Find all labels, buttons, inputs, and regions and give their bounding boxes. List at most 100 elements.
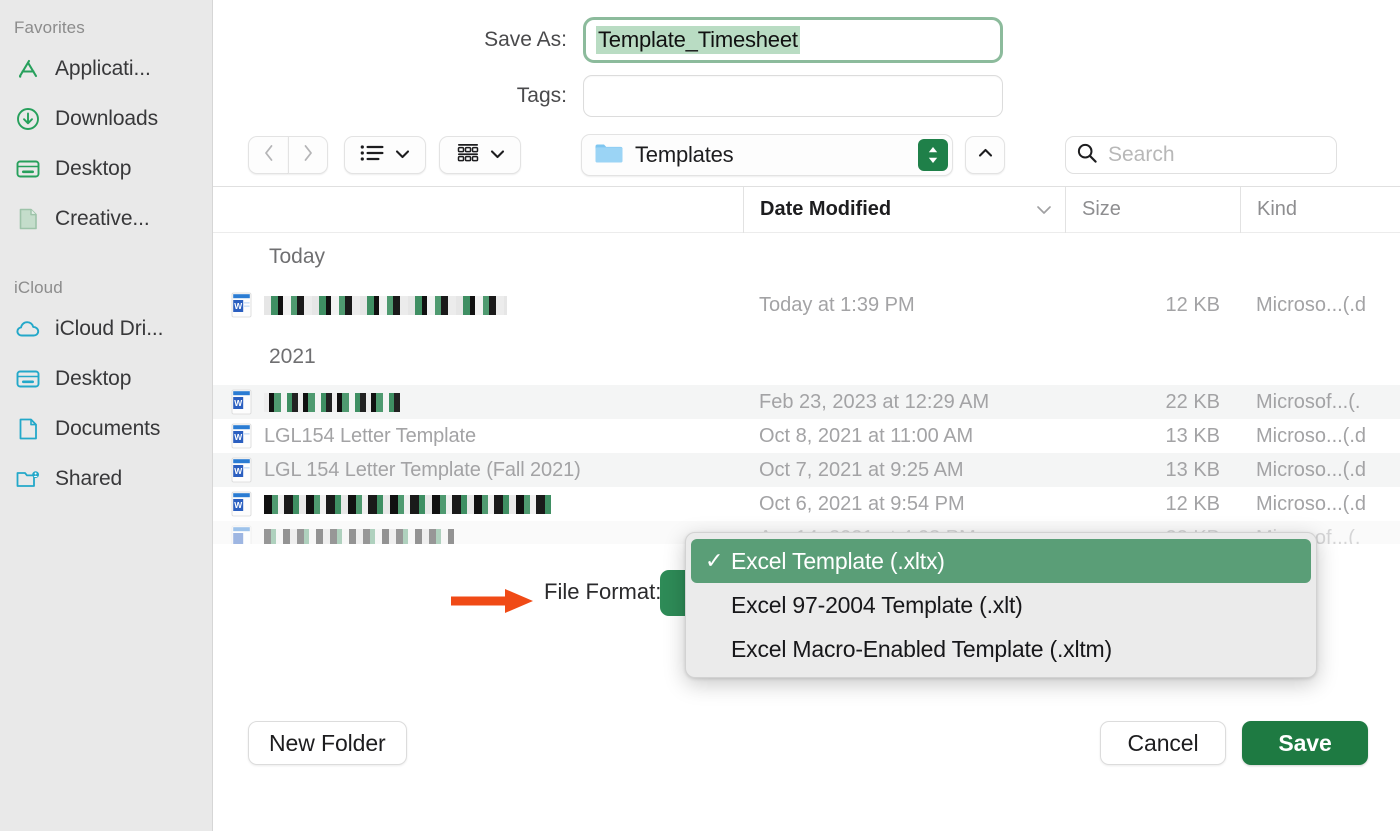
table-row[interactable]: W LGL 154 Letter Template (Fall 2021) Oc… — [213, 453, 1400, 487]
file-date-cell: Oct 6, 2021 at 9:54 PM — [759, 492, 965, 515]
desktop-icon — [14, 365, 42, 393]
file-name-cell — [213, 524, 743, 544]
name-fields: Save As: Template_Timesheet Tags: — [213, 0, 1400, 124]
document-icon — [14, 205, 42, 233]
sidebar-group-icloud: iCloud iCloud Dri... Desktop Documents S… — [0, 278, 212, 504]
sidebar-group-title: Favorites — [14, 18, 85, 37]
svg-text:W: W — [234, 466, 242, 476]
sidebar-item-icloud-drive[interactable]: iCloud Dri... — [0, 304, 212, 354]
file-kind-cell: Microso...(.d — [1256, 424, 1367, 447]
sidebar-item-creative[interactable]: Creative... — [0, 194, 212, 244]
group-by-button[interactable] — [439, 136, 521, 174]
save-as-input[interactable]: Template_Timesheet — [583, 17, 1003, 63]
sidebar-item-desktop[interactable]: Desktop — [0, 144, 212, 194]
sidebar-item-icloud-desktop[interactable]: Desktop — [0, 354, 212, 404]
svg-text:W: W — [234, 500, 242, 510]
chevron-up-icon — [977, 146, 994, 164]
file-size-cell: 12 KB — [1165, 492, 1220, 515]
sidebar-group-title: iCloud — [14, 278, 63, 297]
chevron-down-icon — [490, 146, 505, 164]
save-as-label: Save As: — [484, 28, 567, 51]
word-document-icon: W — [229, 291, 255, 319]
forward-button[interactable] — [288, 136, 328, 174]
column-header-size[interactable]: Size — [1065, 187, 1240, 233]
table-row[interactable]: W LGL154 Letter Template Oct 8, 2021 at … — [213, 419, 1400, 453]
sidebar-group-favorites: Favorites Applicati... Downloads Desktop… — [0, 18, 212, 244]
sidebar-item-label: Applicati... — [55, 57, 151, 80]
document-icon — [14, 415, 42, 443]
save-button[interactable]: Save — [1242, 721, 1368, 765]
word-document-icon: W — [229, 456, 255, 484]
view-options-button[interactable] — [344, 136, 426, 174]
tags-row: Tags: — [213, 68, 1400, 124]
chevron-down-icon — [1035, 198, 1053, 221]
check-icon: ✓ — [705, 548, 724, 573]
word-document-icon: W — [229, 490, 255, 518]
sidebar-item-downloads[interactable]: Downloads — [0, 94, 212, 144]
menu-item-excel-template-xltx[interactable]: ✓ Excel Template (.xltx) — [691, 539, 1311, 583]
search-input[interactable]: Search — [1065, 136, 1337, 174]
word-document-icon: W — [229, 388, 255, 416]
svg-text:W: W — [234, 398, 242, 408]
file-name-cell: W LGL 154 Letter Template (Fall 2021) — [213, 456, 743, 484]
redacted-filename — [264, 295, 507, 315]
file-date-cell: Feb 23, 2023 at 12:29 AM — [759, 390, 990, 413]
tags-input[interactable] — [583, 75, 1003, 117]
file-size-cell: 22 KB — [1165, 390, 1220, 413]
downloads-icon — [14, 105, 42, 133]
file-name-cell: W — [213, 291, 743, 319]
sidebar-item-label: Downloads — [55, 107, 158, 130]
menu-item-label: Excel Template (.xltx) — [731, 547, 945, 574]
path-popup-button[interactable]: Templates — [581, 134, 953, 176]
sidebar-item-label: Shared — [55, 467, 123, 490]
dialog-main-pane: Save As: Template_Timesheet Tags: Templa… — [213, 0, 1400, 831]
sidebar-item-documents[interactable]: Documents — [0, 404, 212, 454]
browser-toolbar: Templates Search — [213, 124, 1400, 186]
file-name: LGL154 Letter Template — [264, 424, 477, 447]
redacted-filename — [264, 494, 551, 514]
dialog-footer: New Folder Cancel Save — [213, 697, 1400, 789]
file-date-cell: Today at 1:39 PM — [759, 293, 915, 316]
word-document-icon: W — [229, 422, 255, 450]
menu-item-label: Excel 97-2004 Template (.xlt) — [731, 591, 1023, 618]
reveal-button[interactable] — [965, 136, 1005, 174]
column-header-name[interactable] — [213, 187, 743, 233]
svg-text:W: W — [234, 432, 242, 442]
sidebar-item-label: Documents — [55, 417, 161, 440]
sidebar-item-shared[interactable]: Shared — [0, 454, 212, 504]
sidebar-item-label: Desktop — [55, 157, 132, 180]
column-header-kind[interactable]: Kind — [1240, 187, 1400, 233]
grid-view-icon — [455, 142, 481, 169]
sidebar-item-applications[interactable]: Applicati... — [0, 44, 212, 94]
file-kind-cell: Microso...(.d — [1256, 458, 1367, 481]
menu-item-excel-97-2004-template-xlt[interactable]: Excel 97-2004 Template (.xlt) — [691, 583, 1311, 627]
file-group-header: Today — [213, 233, 1400, 281]
table-row[interactable]: W Oct 6, 2021 at 9:54 PM 12 KB Microso..… — [213, 487, 1400, 521]
column-header-date-modified[interactable]: Date Modified — [743, 187, 1065, 233]
menu-item-excel-macro-enabled-template-xltm[interactable]: Excel Macro-Enabled Template (.xltm) — [691, 627, 1311, 671]
shared-folder-icon — [14, 465, 42, 493]
save-as-value: Template_Timesheet — [596, 26, 800, 54]
sidebar-item-label: Desktop — [55, 367, 132, 390]
list-view-icon — [360, 143, 386, 168]
new-folder-button[interactable]: New Folder — [248, 721, 407, 765]
footer-actions: Cancel Save — [1100, 721, 1368, 765]
file-kind-cell: Microso...(.d — [1256, 293, 1367, 316]
column-header-label: Date Modified — [760, 198, 892, 220]
chevron-right-icon — [301, 143, 315, 168]
file-date-cell: Oct 7, 2021 at 9:25 AM — [759, 458, 964, 481]
cancel-button[interactable]: Cancel — [1100, 721, 1226, 765]
up-down-stepper-icon[interactable] — [918, 139, 948, 171]
file-browser-list[interactable]: Date Modified Size Kind Today W Today at… — [213, 186, 1400, 544]
tags-label: Tags: — [516, 84, 567, 107]
back-button[interactable] — [248, 136, 288, 174]
table-row[interactable]: W Today at 1:39 PM 12 KB Microso...(.d — [213, 281, 1400, 329]
svg-text:W: W — [234, 301, 242, 311]
file-group-header: 2021 — [213, 329, 1400, 385]
desktop-icon — [14, 155, 42, 183]
file-format-menu[interactable]: ✓ Excel Template (.xltx) Excel 97-2004 T… — [685, 532, 1317, 678]
sidebar: Favorites Applicati... Downloads Desktop… — [0, 0, 213, 831]
redacted-filename — [264, 392, 400, 412]
word-document-icon — [229, 524, 255, 544]
table-row[interactable]: W Feb 23, 2023 at 12:29 AM 22 KB Microso… — [213, 385, 1400, 419]
